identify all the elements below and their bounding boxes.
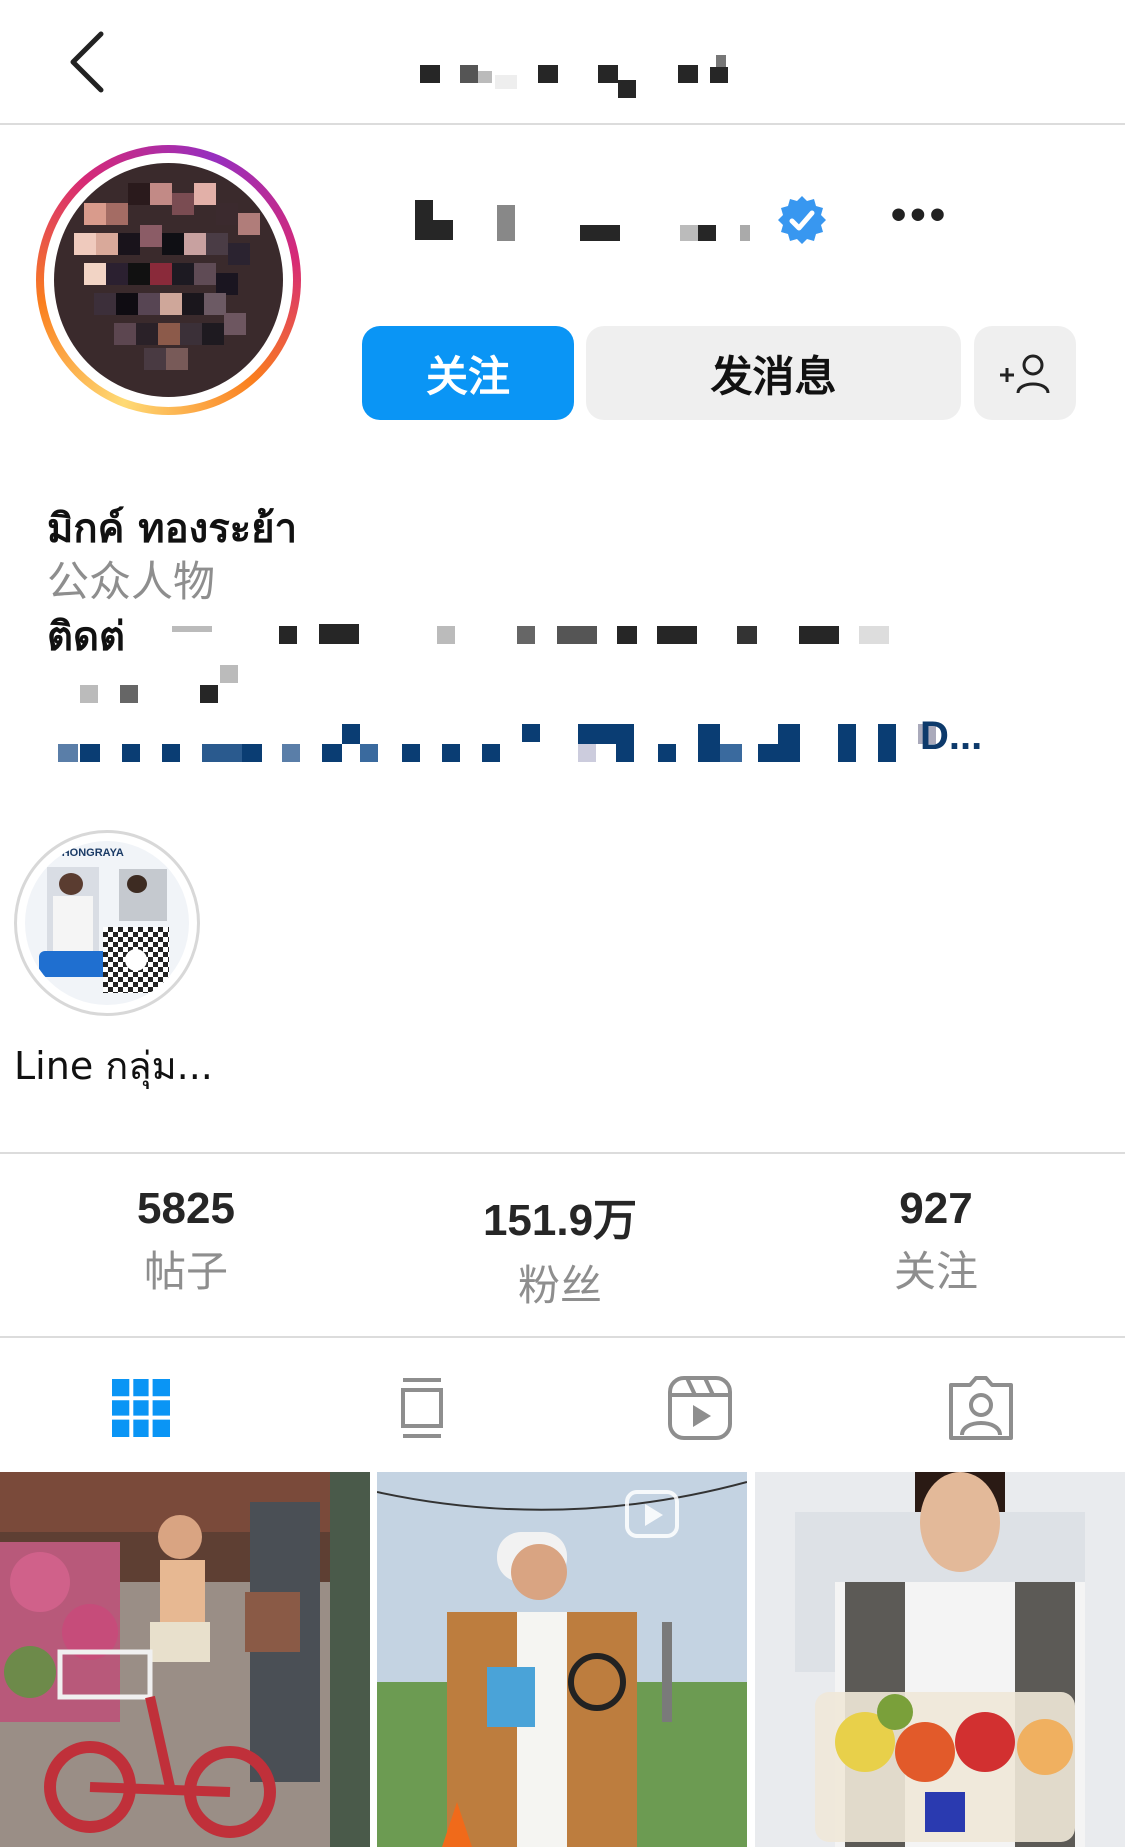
bio-link-tail[interactable]: D... xyxy=(920,714,982,759)
post-thumbnail[interactable] xyxy=(0,1472,370,1847)
add-person-icon xyxy=(1000,354,1050,394)
more-options-button[interactable]: ••• xyxy=(880,193,960,240)
post-image xyxy=(755,1472,1125,1847)
posts-grid xyxy=(0,1472,1125,1847)
highlight-cover-image: THONGRAYA xyxy=(25,841,189,1005)
chevron-left-icon xyxy=(70,31,104,93)
post-image xyxy=(0,1472,370,1847)
highlight-label: Line กลุ่ม... xyxy=(14,1044,213,1088)
tab-tagged[interactable] xyxy=(941,1368,1021,1448)
top-bar xyxy=(0,0,1125,125)
profile-tabs xyxy=(0,1338,1125,1473)
tab-reels[interactable] xyxy=(660,1368,740,1448)
following-label: 关注 xyxy=(893,1247,978,1296)
add-friend-button[interactable] xyxy=(974,326,1076,420)
highlight-badge: THONGRAYA xyxy=(55,847,124,859)
profile-stats: 5825 帖子 151.9万 粉丝 927 关注 xyxy=(0,1152,1125,1338)
profile-category: 公众人物 xyxy=(47,557,216,606)
tab-guides[interactable] xyxy=(382,1368,462,1448)
username-title-redacted xyxy=(410,55,750,105)
back-button[interactable] xyxy=(52,22,122,102)
stat-following[interactable]: 927 关注 xyxy=(786,1184,1086,1299)
post-thumbnail[interactable] xyxy=(377,1472,747,1847)
tab-posts-grid[interactable] xyxy=(101,1368,181,1448)
verified-badge-icon xyxy=(778,196,826,244)
story-highlight[interactable]: THONGRAYA Line กลุ่ม... xyxy=(14,830,213,1088)
bio-link-redacted[interactable] xyxy=(58,720,1068,775)
avatar-image-pixelated xyxy=(54,163,283,397)
post-thumbnail[interactable] xyxy=(755,1472,1125,1847)
stat-followers[interactable]: 151.9万 粉丝 xyxy=(410,1184,710,1313)
posts-count: 5825 xyxy=(137,1184,235,1233)
bio-line-redacted xyxy=(70,660,270,710)
reels-icon xyxy=(668,1376,732,1440)
posts-label: 帖子 xyxy=(143,1247,228,1296)
bio-contact-line: ติดต่ xyxy=(47,604,1077,656)
stat-posts[interactable]: 5825 帖子 xyxy=(36,1184,336,1299)
followers-label: 粉丝 xyxy=(517,1261,602,1310)
grid-icon xyxy=(112,1379,170,1437)
profile-avatar[interactable] xyxy=(36,145,301,415)
username-redacted xyxy=(415,200,755,250)
follow-button[interactable]: 关注 xyxy=(362,326,574,420)
followers-count: 151.9万 xyxy=(482,1196,638,1245)
tagged-icon xyxy=(949,1376,1013,1440)
guide-icon xyxy=(401,1378,443,1438)
post-image xyxy=(377,1472,747,1847)
bio-contact-prefix: ติดต่ xyxy=(47,614,125,656)
following-count: 927 xyxy=(899,1184,973,1233)
message-button[interactable]: 发消息 xyxy=(586,326,961,420)
